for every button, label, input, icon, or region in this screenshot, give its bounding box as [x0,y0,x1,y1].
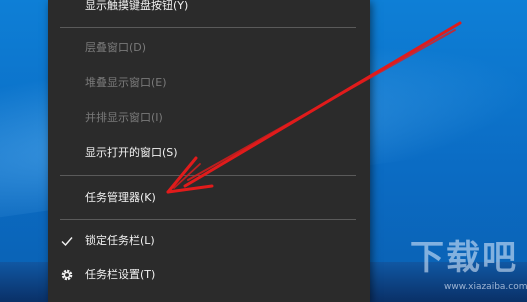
menu-item-touch-keyboard[interactable]: 显示触摸键盘按钮(Y) [48,0,370,21]
checkmark-icon [61,237,73,247]
menu-item-label: 层叠窗口(D) [85,41,147,54]
menu-item-label: 显示触摸键盘按钮(Y) [85,0,189,12]
menu-item-label: 显示打开的窗口(S) [85,146,178,159]
menu-item-label: 任务栏设置(T) [85,268,156,281]
menu-item-label: 任务管理器(K) [85,191,156,204]
gear-icon [61,269,73,281]
menu-item-show-open-windows[interactable]: 显示打开的窗口(S) [48,138,370,168]
menu-item-stacked-windows[interactable]: 堆叠显示窗口(E) [48,68,370,98]
menu-separator [60,27,356,28]
menu-item-taskbar-settings[interactable]: 任务栏设置(T) [48,260,370,290]
menu-separator [60,219,356,220]
menu-separator [60,175,356,176]
site-watermark: 下载吧 www.xiazaiba.com [410,230,527,298]
menu-item-label: 堆叠显示窗口(E) [85,76,167,89]
menu-item-cascade-windows[interactable]: 层叠窗口(D) [48,33,370,63]
menu-item-side-by-side-windows[interactable]: 并排显示窗口(I) [48,103,370,133]
menu-item-label: 锁定任务栏(L) [85,234,155,247]
menu-item-lock-taskbar[interactable]: 锁定任务栏(L) [48,226,370,256]
watermark-brand: 下载吧 [410,238,518,278]
menu-item-task-manager[interactable]: 任务管理器(K) [48,183,370,213]
watermark-url: www.xiazaiba.com [444,282,527,292]
taskbar-context-menu: 显示触摸键盘按钮(Y) 层叠窗口(D) 堆叠显示窗口(E) 并排显示窗口(I) … [48,0,370,302]
menu-item-label: 并排显示窗口(I) [85,111,163,124]
